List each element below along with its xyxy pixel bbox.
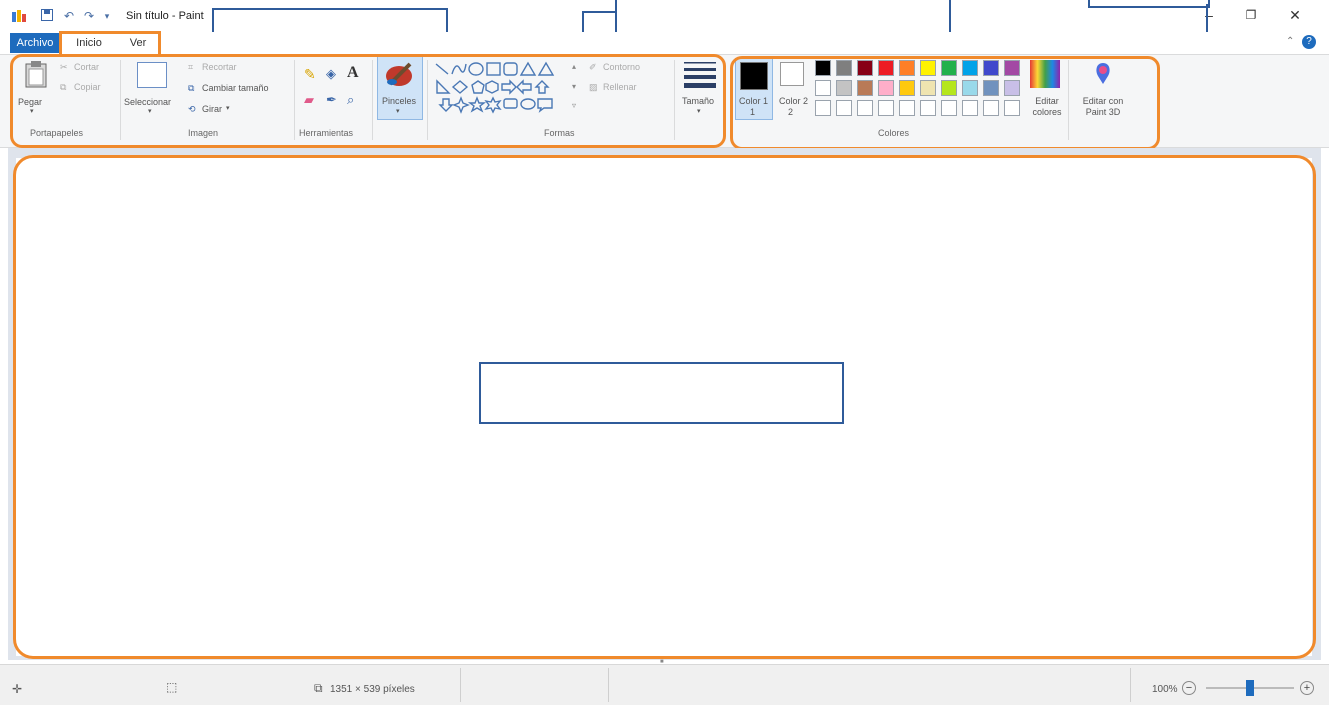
zoom-in-button[interactable]: + [1300,681,1314,695]
menu-bar [0,32,1329,54]
callout-box-canvas [479,362,844,424]
zoom-slider-thumb[interactable] [1246,680,1254,696]
status-separator [1130,668,1131,702]
cursor-position-icon: ✛ [12,682,23,696]
canvas-size-icon: ⧉ [314,681,323,695]
highlight-ribbon-tools [10,54,726,148]
status-separator [608,668,609,702]
help-icon[interactable]: ? [1302,35,1316,49]
collapse-ribbon-icon[interactable]: ⌃ [1286,36,1294,47]
archivo-tab[interactable]: Archivo [10,33,60,53]
minimize-button[interactable]: – [1198,6,1220,24]
highlight-ribbon-colors [730,56,1160,150]
close-button[interactable]: ✕ [1284,6,1306,24]
callout-box-colors [1088,0,1210,8]
zoom-out-button[interactable]: − [1182,681,1196,695]
restore-button[interactable]: ❐ [1240,6,1262,24]
status-separator [460,668,461,702]
redo-icon[interactable]: ↷ [82,9,96,23]
canvas-dimensions: 1351 × 539 píxeles [330,684,415,695]
customize-quick-access-icon[interactable]: ▾ [100,9,114,23]
undo-icon[interactable]: ↶ [62,9,76,23]
save-icon[interactable] [40,9,54,23]
zoom-level: 100% [1152,684,1178,695]
selection-size-icon: ⬚ [166,680,178,694]
callout-line [582,11,616,13]
window-title: Sin título - Paint [126,10,204,22]
paint-app-icon[interactable] [12,10,26,24]
